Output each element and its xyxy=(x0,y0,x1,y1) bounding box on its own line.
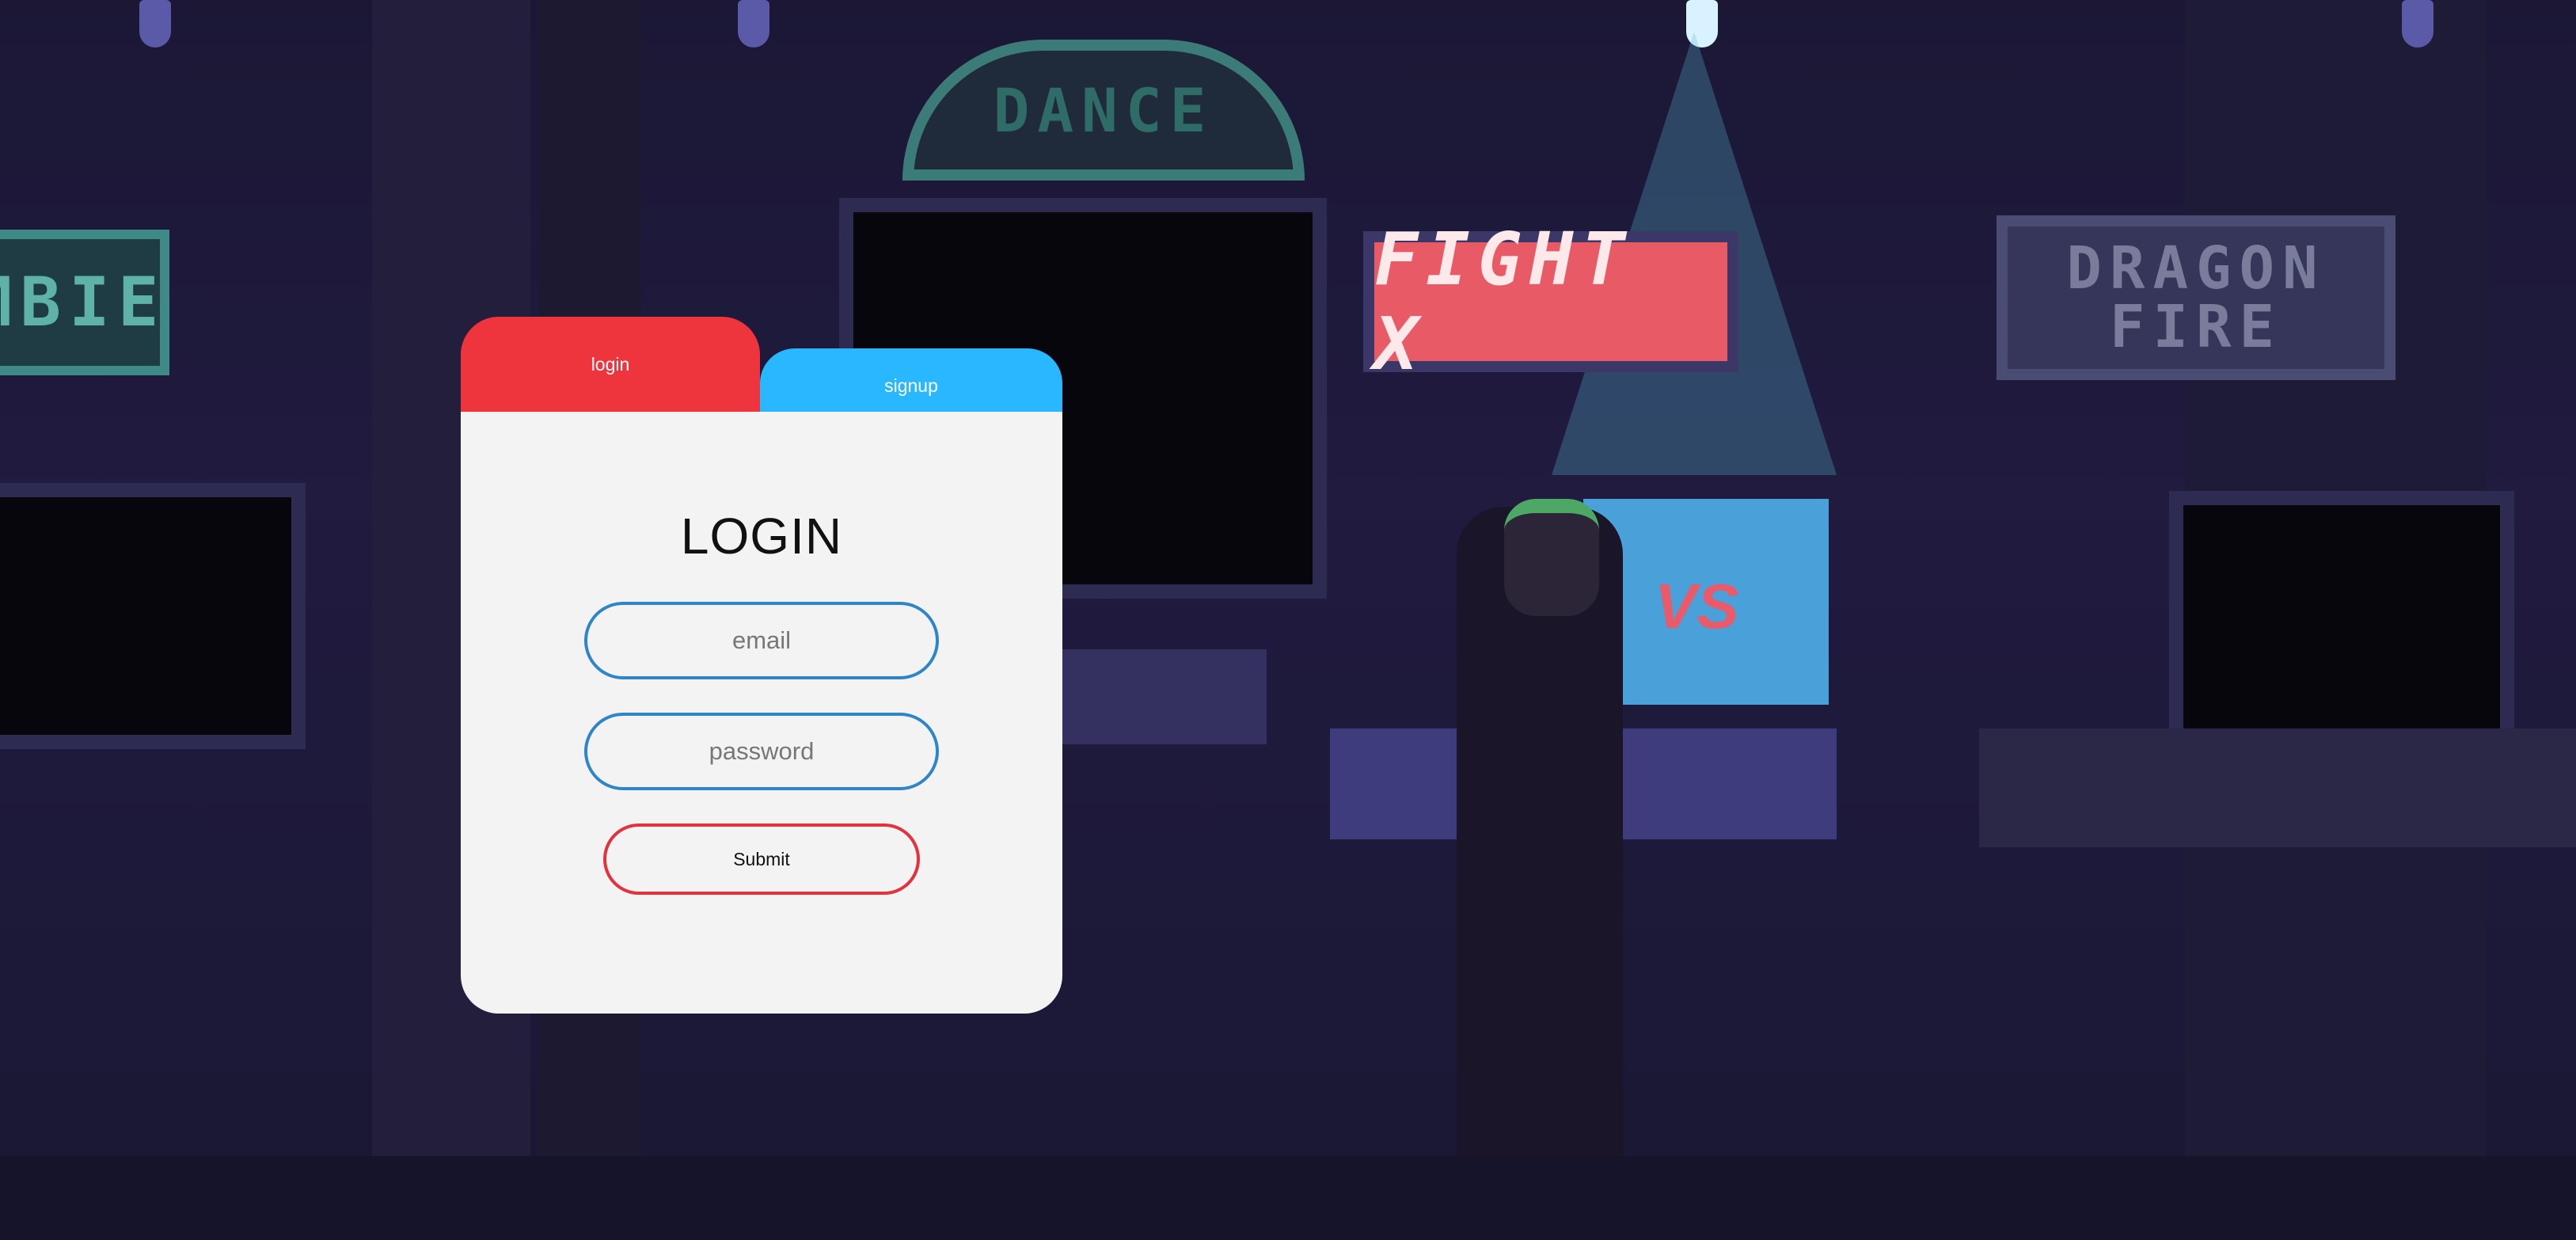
tab-signup[interactable]: signup xyxy=(760,348,1062,413)
dance-sign: DANCE xyxy=(902,40,1305,181)
ceiling-lamp xyxy=(2402,0,2434,48)
submit-button[interactable]: Submit xyxy=(603,823,920,895)
login-title: LOGIN xyxy=(680,508,843,565)
vs-text: VS xyxy=(1655,571,1739,641)
tab-login-label: login xyxy=(591,354,630,375)
email-field[interactable] xyxy=(584,602,939,679)
arcade-screen xyxy=(2169,491,2514,749)
password-field[interactable] xyxy=(584,713,939,790)
tab-login[interactable]: login xyxy=(461,317,760,413)
dragon-fire-sign: DRAGON FIRE xyxy=(1997,215,2396,380)
arcade-screen xyxy=(0,483,306,749)
fight-x-sign: FIGHT X xyxy=(1363,217,1738,386)
dragon-sign-line1: DRAGON xyxy=(2066,234,2326,302)
arcade-control-panel xyxy=(1029,649,1267,744)
floor xyxy=(0,1156,2576,1240)
arcade-background: DANCE MBIE FIGHT X DRAGON FIRE VS login … xyxy=(0,0,2576,1240)
ceiling-lamp xyxy=(738,0,769,48)
arcade-control-panel xyxy=(1979,728,2576,847)
zombie-sign: MBIE xyxy=(0,230,169,375)
player-head xyxy=(1504,499,1599,616)
dragon-sign-line2: FIRE xyxy=(2109,293,2283,361)
ceiling-lamp xyxy=(139,0,171,48)
tab-signup-label: signup xyxy=(884,375,938,396)
